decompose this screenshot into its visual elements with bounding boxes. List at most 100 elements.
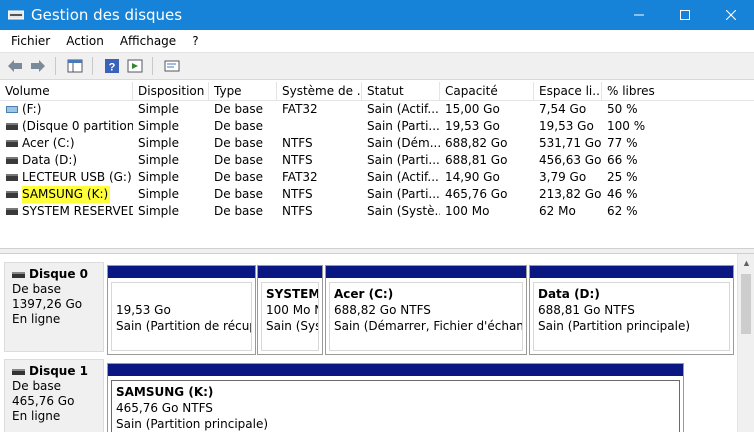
cell-free-space: 456,63 Go (539, 153, 602, 167)
show-hide-console-tree-button[interactable] (64, 56, 86, 76)
usb-volume-icon (6, 106, 18, 113)
cell-percent-free: 66 % (607, 153, 638, 167)
partition-size: 688,82 Go NTFS (334, 303, 431, 317)
menu-affichage[interactable]: Affichage (112, 34, 184, 48)
action-pane-icon (127, 59, 143, 73)
toolbar-separator (55, 57, 56, 75)
cell-free-space: 3,79 Go (539, 170, 587, 184)
back-button[interactable] (4, 56, 26, 76)
volume-icon (6, 174, 18, 181)
partition-size: 465,76 Go NTFS (116, 401, 213, 415)
cell-capacity: 100 Mo (445, 204, 490, 218)
partition-data-d[interactable]: Data (D:) 688,81 Go NTFS Sain (Partition… (529, 265, 734, 355)
disk-size: 465,76 Go (12, 394, 75, 408)
volume-list: Volume Disposition Type Système de ... S… (0, 82, 754, 248)
cell-volume: (F:) (0, 101, 133, 118)
table-row[interactable]: Acer (C:) Simple De base NTFS Sain (Dém... 68… (0, 135, 754, 152)
partition-system-reserved[interactable]: SYSTEM R 100 Mo N Sain (Systè (257, 265, 323, 355)
cell-disposition: Simple (138, 170, 179, 184)
title-bar: Gestion des disques (0, 0, 754, 30)
cell-filesystem: NTFS (282, 187, 313, 201)
volume-name: (Disque 0 partition... (22, 119, 133, 133)
volume-name: LECTEUR USB (G:) (22, 170, 132, 184)
partition-name: SYSTEM R (266, 287, 319, 301)
menu-help[interactable]: ? (184, 34, 206, 48)
partition-bar (108, 364, 683, 377)
partition-status: Sain (Systè (266, 319, 318, 333)
cell-filesystem: NTFS (282, 204, 313, 218)
cell-percent-free: 62 % (607, 204, 638, 218)
forward-arrow-icon (31, 60, 45, 72)
partition-status: Sain (Partition de récupér (116, 319, 251, 333)
menu-bar: Fichier Action Affichage ? (0, 30, 754, 51)
column-header-volume[interactable]: Volume (0, 82, 133, 101)
cell-disposition: Simple (138, 136, 179, 150)
cell-filesystem: NTFS (282, 153, 313, 167)
table-row[interactable]: SYSTEM RESERVED Simple De base NTFS Sain (Sy… (0, 203, 754, 220)
disk-type: De base (12, 282, 62, 296)
cell-disposition: Simple (138, 153, 179, 167)
cell-status: Sain (Parti... (367, 119, 440, 133)
cell-status: Sain (Actif... (367, 170, 439, 184)
back-arrow-icon (8, 60, 22, 72)
disk-status: En ligne (12, 409, 61, 423)
disk-0-label[interactable]: Disque 0 De base 1397,26 Go En ligne (4, 262, 104, 352)
console-tree-icon (67, 59, 83, 73)
cell-free-space: 213,82 Go (539, 187, 602, 201)
cell-capacity: 688,82 Go (445, 136, 508, 150)
table-row[interactable]: Data (D:) Simple De base NTFS Sain (Parti...… (0, 152, 754, 169)
cell-disposition: Simple (138, 102, 179, 116)
window-title: Gestion des disques (31, 6, 183, 24)
volume-name: (F:) (22, 102, 42, 116)
close-button[interactable] (708, 0, 754, 30)
scroll-up-arrow-icon[interactable]: ▲ (738, 254, 754, 271)
volume-list-header: Volume Disposition Type Système de ... S… (0, 82, 754, 101)
column-header-capacity[interactable]: Capacité (440, 82, 534, 101)
column-header-filesystem[interactable]: Système de ... (277, 82, 362, 101)
cell-percent-free: 46 % (607, 187, 638, 201)
maximize-button[interactable] (662, 0, 708, 30)
partition-name: Acer (C:) (334, 287, 394, 301)
disk-graphical-view: Disque 0 De base 1397,26 Go En ligne 19,… (0, 254, 754, 432)
column-header-type[interactable]: Type (209, 82, 277, 101)
help-icon: ? (105, 59, 119, 74)
menu-action[interactable]: Action (58, 34, 112, 48)
forward-button[interactable] (27, 56, 49, 76)
help-button[interactable]: ? (101, 56, 123, 76)
cell-filesystem: FAT32 (282, 170, 318, 184)
column-header-free-space[interactable]: Espace li... (534, 82, 602, 101)
cell-free-space: 531,71 Go (539, 136, 602, 150)
column-header-percent-free[interactable]: % libres (602, 82, 754, 101)
partition-acer-c[interactable]: Acer (C:) 688,82 Go NTFS Sain (Démarrer,… (325, 265, 527, 355)
minimize-button[interactable] (616, 0, 662, 30)
cell-capacity: 15,00 Go (445, 102, 500, 116)
partition-name: SAMSUNG (K:) (116, 385, 214, 399)
column-header-disposition[interactable]: Disposition (133, 82, 209, 101)
table-row[interactable]: SAMSUNG (K:) Simple De base NTFS Sain (Parti… (0, 186, 754, 203)
volume-name: Acer (C:) (22, 136, 75, 150)
properties-button[interactable] (161, 56, 183, 76)
scrollbar-thumb[interactable] (741, 274, 751, 334)
cell-capacity: 465,76 Go (445, 187, 508, 201)
partition-size: 100 Mo N (266, 303, 319, 317)
maximize-icon (680, 10, 690, 20)
table-row[interactable]: (Disque 0 partition... Simple De base Sain … (0, 118, 754, 135)
cell-type: De base (214, 170, 264, 184)
table-row[interactable]: (F:) Simple De base FAT32 Sain (Actif... 15,0… (0, 101, 754, 118)
cell-type: De base (214, 102, 264, 116)
table-row[interactable]: LECTEUR USB (G:) Simple De base FAT32 Sain (… (0, 169, 754, 186)
column-header-status[interactable]: Statut (362, 82, 440, 101)
cell-disposition: Simple (138, 204, 179, 218)
disk-1-label[interactable]: Disque 1 De base 465,76 Go En ligne (4, 359, 104, 432)
partition-bar (326, 266, 526, 279)
disk-icon (12, 271, 25, 278)
action-pane-button[interactable] (124, 56, 146, 76)
disk-name: Disque 1 (29, 364, 89, 378)
vertical-scrollbar[interactable]: ▲ (737, 254, 754, 432)
volume-icon (6, 191, 18, 198)
partition-samsung-k[interactable]: SAMSUNG (K:) 465,76 Go NTFS Sain (Partit… (107, 363, 684, 432)
partition-recovery[interactable]: 19,53 Go Sain (Partition de récupér (107, 265, 256, 355)
cell-volume: (Disque 0 partition... (0, 118, 133, 135)
disk-status: En ligne (12, 312, 61, 326)
menu-fichier[interactable]: Fichier (0, 34, 58, 48)
